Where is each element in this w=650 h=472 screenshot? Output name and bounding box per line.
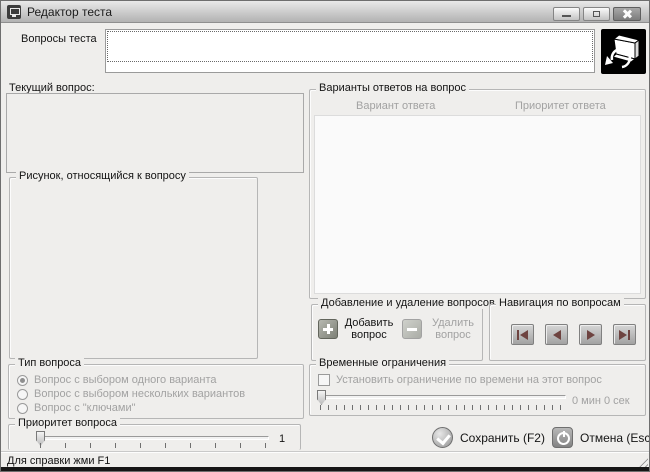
- cancel-button[interactable]: Отмена (Esc): [552, 427, 650, 448]
- current-question-panel: [6, 93, 304, 173]
- first-icon: [517, 329, 519, 340]
- last-icon: [619, 329, 627, 340]
- minimize-icon: [562, 15, 571, 17]
- add-remove-group-title: Добавление и удаление вопросов: [318, 297, 498, 309]
- check-circle-icon: [432, 427, 453, 448]
- nav-next-button[interactable]: [579, 324, 602, 345]
- radio-multiple-choice[interactable]: Вопрос с выбором нескольких вариантов: [17, 388, 245, 400]
- app-icon: [7, 4, 21, 19]
- picture-group: Рисунок, относящийся к вопросу: [9, 170, 258, 359]
- priority-group: Приоритет вопроса 1: [8, 417, 301, 450]
- radio-single-choice[interactable]: Вопрос с выбором одного варианта: [17, 374, 217, 386]
- time-limit-checkbox-label: Установить ограничение по времени на это…: [336, 374, 602, 386]
- status-bar-text: Для справки жми F1: [7, 454, 111, 467]
- previous-icon: [552, 329, 561, 340]
- titlebar[interactable]: Редактор теста: [1, 1, 649, 23]
- close-button[interactable]: [613, 7, 641, 21]
- priority-slider-ticks: [40, 443, 268, 448]
- maximize-icon: [593, 11, 600, 17]
- cancel-button-label: Отмена (Esc): [580, 430, 650, 445]
- time-limit-checkbox-row[interactable]: Установить ограничение по времени на это…: [318, 374, 602, 386]
- questions-combobox-focus: [107, 31, 593, 62]
- time-slider-ticks: [320, 405, 566, 410]
- answers-group-title: Варианты ответов на вопрос: [316, 82, 470, 94]
- radio-single-choice-label: Вопрос с выбором одного варианта: [34, 374, 217, 386]
- add-remove-group: Добавление и удаление вопросов Добавить …: [311, 297, 498, 361]
- radio-keys[interactable]: Вопрос с "ключами": [17, 402, 136, 414]
- time-value-label: 0 мин 0 сек: [572, 395, 630, 407]
- maximize-button[interactable]: [583, 7, 610, 21]
- close-icon: [622, 9, 632, 19]
- questions-label: Вопросы теста: [21, 33, 97, 45]
- radio-multiple-choice-label: Вопрос с выбором нескольких вариантов: [34, 388, 246, 400]
- question-type-group-title: Тип вопроса: [15, 357, 85, 369]
- picture-group-title: Рисунок, относящийся к вопросу: [16, 170, 189, 182]
- save-button[interactable]: Сохранить (F2): [432, 427, 545, 448]
- test-editor-window: Редактор теста Вопросы теста Текущий воп…: [0, 0, 650, 472]
- answers-list[interactable]: [314, 115, 641, 294]
- navigation-group-title: Навигация по вопросам: [496, 297, 624, 309]
- answers-headers: Вариант ответа Приоритет ответа: [310, 100, 645, 114]
- minus-icon: [402, 319, 422, 339]
- nav-last-button[interactable]: [613, 324, 636, 345]
- radio-icon: [17, 402, 28, 414]
- minimize-button[interactable]: [553, 7, 580, 21]
- answer-priority-column-header: Приоритет ответа: [515, 100, 606, 112]
- next-icon: [586, 329, 595, 340]
- answers-group: Варианты ответов на вопрос Вариант ответ…: [309, 82, 646, 299]
- time-limits-group-title: Временные ограничения: [316, 357, 450, 369]
- save-button-label: Сохранить (F2): [460, 430, 545, 445]
- nav-previous-button[interactable]: [545, 324, 568, 345]
- radio-icon: [17, 388, 28, 400]
- priority-value-label: 1: [279, 433, 286, 445]
- book-refresh-icon: [601, 29, 646, 74]
- plus-icon: [318, 319, 338, 339]
- questions-combobox[interactable]: [105, 29, 595, 73]
- add-question-button[interactable]: Добавить вопрос: [318, 317, 395, 341]
- question-type-group: Тип вопроса Вопрос с выбором одного вари…: [8, 357, 304, 419]
- priority-group-title: Приоритет вопроса: [15, 417, 120, 429]
- radio-icon: [17, 374, 28, 386]
- delete-question-label: Удалить вопрос: [432, 317, 474, 341]
- add-question-label: Добавить вопрос: [344, 317, 394, 341]
- time-limits-group: Временные ограничения Установить огранич…: [309, 357, 646, 416]
- delete-question-button[interactable]: Удалить вопрос: [402, 317, 479, 341]
- answer-column-header: Вариант ответа: [356, 100, 436, 112]
- priority-slider-track[interactable]: [37, 436, 269, 440]
- window-bottom-edge: [1, 467, 649, 471]
- time-slider-thumb[interactable]: [317, 390, 326, 405]
- window-title: Редактор теста: [27, 4, 113, 19]
- navigation-group: Навигация по вопросам: [489, 297, 646, 361]
- time-slider-track[interactable]: [318, 395, 566, 399]
- power-icon: [552, 427, 573, 448]
- nav-first-button[interactable]: [511, 324, 534, 345]
- checkbox-icon: [318, 374, 330, 386]
- radio-keys-label: Вопрос с "ключами": [34, 402, 136, 414]
